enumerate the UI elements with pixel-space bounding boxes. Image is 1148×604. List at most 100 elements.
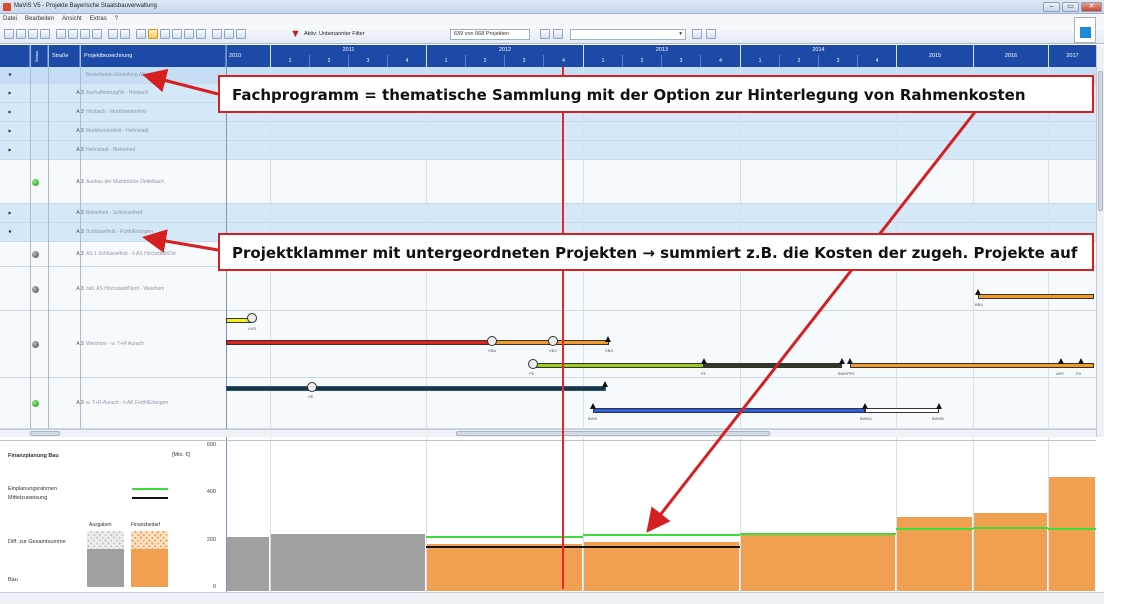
table-row[interactable]: ▸ A 3 Marktheidenfeld - Helmstadt bbox=[0, 122, 1096, 141]
calendar-icon[interactable] bbox=[92, 29, 102, 39]
milestone-circle[interactable] bbox=[307, 382, 317, 392]
list-view-icon[interactable] bbox=[136, 29, 146, 39]
view-week-icon[interactable] bbox=[196, 29, 206, 39]
column-header-expander[interactable] bbox=[0, 45, 30, 67]
table-row[interactable]: A 3 Ausbau der Mainbrücke Dettelbach bbox=[0, 160, 1096, 204]
milestone-circle[interactable] bbox=[247, 313, 257, 323]
quarter-2012-4[interactable]: 4 bbox=[543, 55, 583, 67]
timeline-horizontal-scrollbar[interactable] bbox=[226, 429, 1096, 437]
undo-icon[interactable] bbox=[108, 29, 118, 39]
scroll-thumb[interactable] bbox=[456, 431, 770, 436]
view-year-icon[interactable] bbox=[160, 29, 170, 39]
quarter-2012-3[interactable]: 3 bbox=[504, 55, 543, 67]
quarter-2011-3[interactable]: 3 bbox=[348, 55, 387, 67]
left-horizontal-scrollbar[interactable] bbox=[0, 429, 226, 437]
finanzbedarf-bar[interactable] bbox=[1049, 476, 1095, 591]
finanzbedarf-bar[interactable] bbox=[741, 535, 895, 591]
settings-icon[interactable] bbox=[706, 29, 716, 39]
gantt-bar-green[interactable] bbox=[534, 363, 704, 368]
export-icon[interactable] bbox=[236, 29, 246, 39]
finanzbedarf-bar[interactable] bbox=[974, 513, 1047, 591]
milestone-circle[interactable] bbox=[548, 336, 558, 346]
people-icon[interactable] bbox=[692, 29, 702, 39]
menu-bearbeiten[interactable]: Bearbeiten bbox=[25, 14, 54, 25]
cut-icon[interactable] bbox=[80, 29, 90, 39]
milestone-marker[interactable] bbox=[590, 403, 596, 409]
maximize-button[interactable]: ▭ bbox=[1062, 2, 1079, 12]
quarter-2012-1[interactable]: 1 bbox=[426, 55, 465, 67]
report-icon[interactable] bbox=[212, 29, 222, 39]
ausgaben-bar[interactable] bbox=[227, 537, 269, 591]
column-header-status[interactable]: Status bbox=[30, 45, 48, 67]
milestone-marker[interactable] bbox=[862, 403, 868, 409]
expand-icon[interactable]: ▸ bbox=[5, 90, 15, 97]
filter-clear-icon[interactable] bbox=[553, 29, 563, 39]
menu-help[interactable]: ? bbox=[115, 14, 118, 25]
quarter-2011-1[interactable]: 1 bbox=[270, 55, 309, 67]
quarter-2012-2[interactable]: 2 bbox=[465, 55, 504, 67]
timeline-year-2012[interactable]: 2012 bbox=[426, 45, 583, 55]
vertical-scrollbar[interactable] bbox=[1096, 45, 1104, 437]
timeline-year-2010[interactable]: 2010 bbox=[226, 45, 270, 67]
milestone-marker[interactable] bbox=[701, 358, 707, 364]
gantt-bar-dark[interactable] bbox=[226, 386, 606, 391]
table-row[interactable]: ▸ A 3 Helmstadt - Biebelried bbox=[0, 141, 1096, 160]
chart-icon[interactable] bbox=[224, 29, 234, 39]
gantt-bar-dark[interactable] bbox=[704, 363, 842, 368]
quarter-2013-3[interactable]: 3 bbox=[661, 55, 700, 67]
milestone-circle[interactable] bbox=[528, 359, 538, 369]
quarter-2011-2[interactable]: 2 bbox=[309, 55, 348, 67]
collapse-icon[interactable]: ▾ bbox=[5, 229, 15, 236]
menu-ansicht[interactable]: Ansicht bbox=[62, 14, 82, 25]
expand-icon[interactable]: ▸ bbox=[5, 109, 15, 116]
quarter-2013-4[interactable]: 4 bbox=[700, 55, 740, 67]
milestone-marker[interactable] bbox=[847, 358, 853, 364]
quarter-2011-4[interactable]: 4 bbox=[387, 55, 426, 67]
gantt-bar-orange[interactable] bbox=[978, 294, 1094, 299]
milestone-marker[interactable] bbox=[839, 358, 845, 364]
column-header-street[interactable]: Straße bbox=[48, 45, 80, 67]
timeline-year-2011[interactable]: 2011 bbox=[270, 45, 426, 55]
close-button[interactable]: ✕ bbox=[1081, 2, 1102, 12]
quarter-2013-2[interactable]: 2 bbox=[622, 55, 661, 67]
paste-icon[interactable] bbox=[68, 29, 78, 39]
view-quarter-icon[interactable] bbox=[172, 29, 182, 39]
milestone-marker[interactable] bbox=[1078, 358, 1084, 364]
finanzbedarf-bar[interactable] bbox=[427, 543, 582, 591]
quarter-2014-3[interactable]: 3 bbox=[818, 55, 857, 67]
ausgaben-bar[interactable] bbox=[271, 533, 425, 591]
menu-extras[interactable]: Extras bbox=[90, 14, 107, 25]
collapse-icon[interactable]: ▾ bbox=[5, 72, 15, 79]
milestone-circle[interactable] bbox=[487, 336, 497, 346]
timeline-year-2014[interactable]: 2014 bbox=[740, 45, 896, 55]
column-header-project-name[interactable]: Projektbezeichnung bbox=[80, 45, 226, 67]
timeline-year-2017[interactable]: 2017 bbox=[1048, 45, 1096, 67]
expand-icon[interactable]: ▸ bbox=[5, 128, 15, 135]
milestone-marker[interactable] bbox=[936, 403, 942, 409]
side-panel-toggle[interactable] bbox=[1074, 17, 1096, 43]
milestone-marker[interactable] bbox=[602, 381, 608, 387]
finanzbedarf-bar[interactable] bbox=[584, 542, 739, 591]
expand-icon[interactable]: ▸ bbox=[5, 210, 15, 217]
gantt-bar-red[interactable] bbox=[226, 340, 491, 345]
milestone-marker[interactable] bbox=[605, 336, 611, 342]
quarter-2014-2[interactable]: 2 bbox=[779, 55, 818, 67]
expand-icon[interactable]: ▸ bbox=[5, 147, 15, 154]
gantt-view-icon[interactable] bbox=[148, 29, 158, 39]
save-icon[interactable] bbox=[28, 29, 38, 39]
timeline-year-2016[interactable]: 2016 bbox=[973, 45, 1048, 67]
table-row[interactable]: ▸ A 3 Biebelried - Schlüsselfeld bbox=[0, 204, 1096, 223]
milestone-marker[interactable] bbox=[975, 289, 981, 295]
scroll-thumb[interactable] bbox=[1098, 71, 1103, 211]
filter-edit-icon[interactable] bbox=[540, 29, 550, 39]
gantt-bar-white[interactable] bbox=[865, 408, 939, 413]
menu-datei[interactable]: Datei bbox=[3, 14, 17, 25]
filter-icon[interactable]: ▼ bbox=[290, 28, 301, 40]
table-row[interactable]: A 3 östl. AS Höchstadt/Nord - Weisham bbox=[0, 267, 1096, 311]
copy-icon[interactable] bbox=[56, 29, 66, 39]
new-icon[interactable] bbox=[4, 29, 14, 39]
print-icon[interactable] bbox=[40, 29, 50, 39]
quarter-2014-1[interactable]: 1 bbox=[740, 55, 779, 67]
quarter-2014-4[interactable]: 4 bbox=[857, 55, 896, 67]
quarter-2013-1[interactable]: 1 bbox=[583, 55, 622, 67]
